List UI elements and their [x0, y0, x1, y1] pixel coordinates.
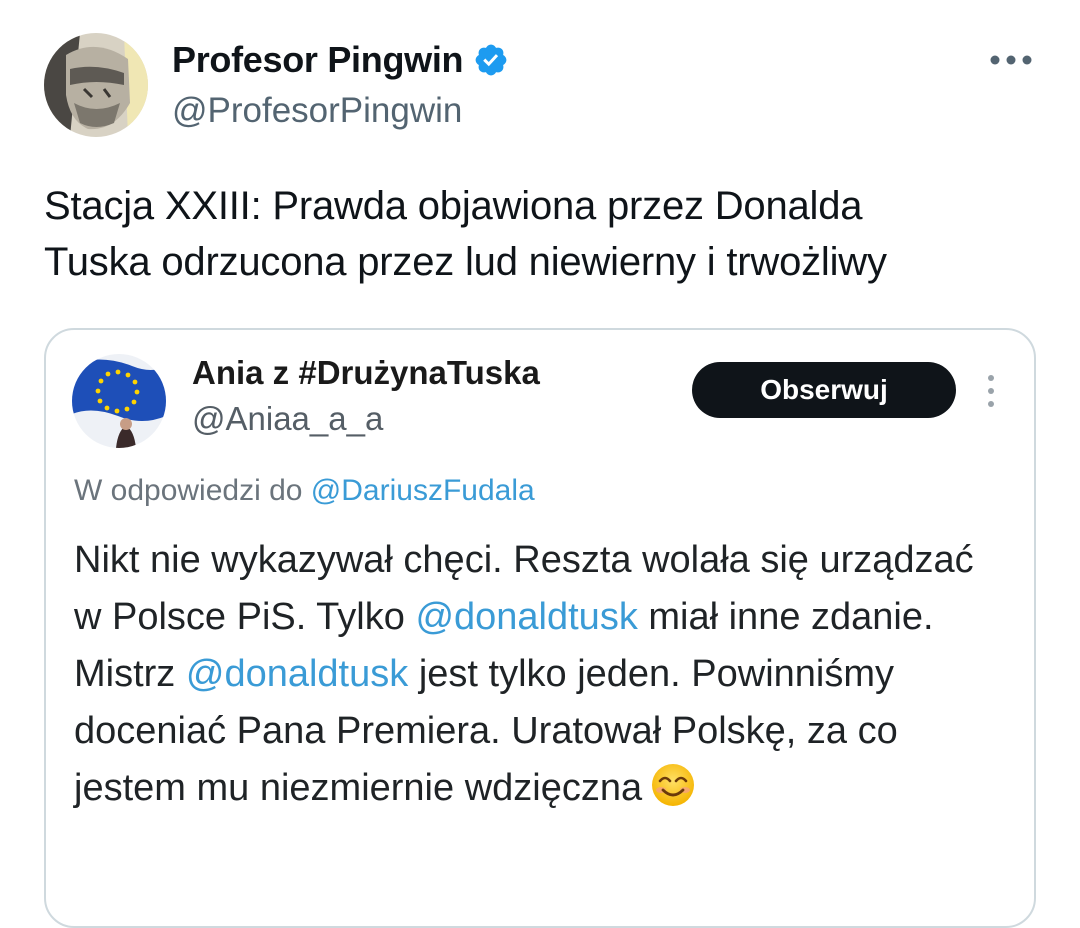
mention-link: @donaldtusk	[415, 596, 638, 638]
reply-mention-link: @DariuszFudala	[310, 474, 535, 507]
tweet-text-line: Stacja XXIII: Prawda objawiona przez Don…	[44, 184, 863, 228]
quoted-tweet-text: Nikt nie wykazywał chęci. Reszta wolała …	[74, 532, 974, 817]
attached-image-card[interactable]: Ania z #DrużynaTuska @Aniaa_a_a Obserwuj…	[44, 328, 1036, 928]
verified-badge-icon	[473, 42, 509, 78]
quoted-author-name: Ania z #DrużynaTuska	[192, 354, 540, 391]
more-horizontal-icon	[990, 55, 1032, 65]
quoted-author-avatar	[72, 354, 166, 448]
more-vertical-icon	[988, 375, 994, 407]
follow-button[interactable]: Obserwuj	[692, 362, 956, 418]
tweet-text-line: Tuska odrzucona przez lud niewierny i tr…	[44, 240, 887, 284]
author-display-name[interactable]: Profesor Pingwin	[172, 39, 464, 81]
more-options-button[interactable]	[986, 45, 1036, 75]
eu-flag-avatar-image	[72, 354, 166, 448]
author-handle[interactable]: @ProfesorPingwin	[172, 91, 462, 131]
author-name-row: Profesor Pingwin	[172, 37, 509, 83]
quoted-more-options	[978, 370, 1004, 412]
tweet-text: Stacja XXIII: Prawda objawiona przez Don…	[44, 178, 1034, 290]
tweet-author-header: Profesor Pingwin @ProfesorPingwin	[44, 33, 1034, 143]
smiling-face-icon	[650, 762, 696, 808]
quoted-author-handle: @Aniaa_a_a	[192, 400, 384, 437]
author-avatar[interactable]	[44, 33, 148, 137]
reply-prefix: W odpowiedzi do	[74, 474, 311, 507]
mention-link: @donaldtusk	[185, 653, 409, 695]
reply-context: W odpowiedzi do @DariuszFudala	[74, 474, 535, 508]
author-avatar-image	[44, 33, 148, 137]
